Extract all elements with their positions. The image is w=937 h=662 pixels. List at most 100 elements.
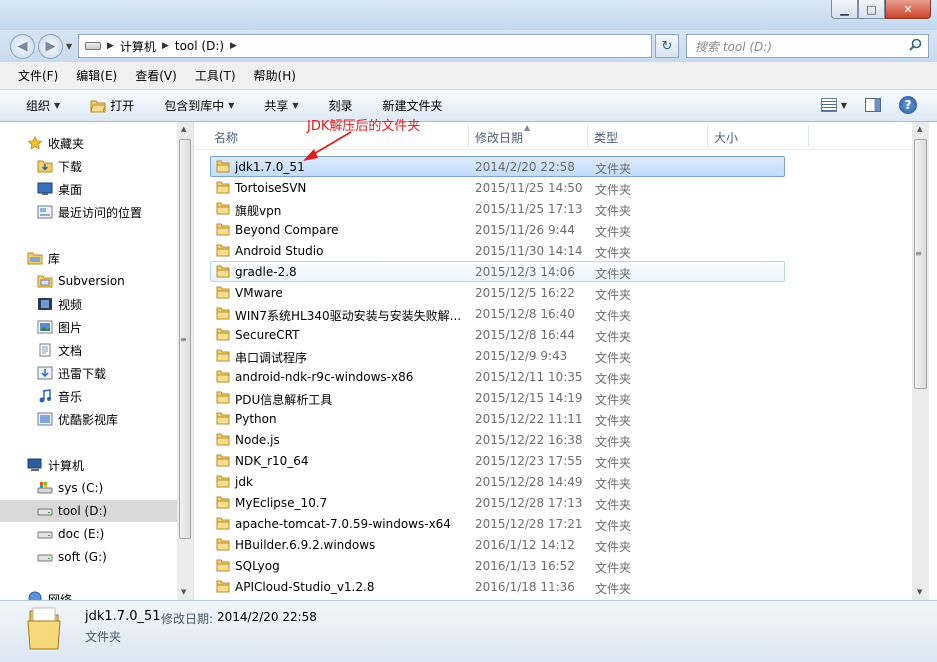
table-row[interactable]: 串口调试程序 2015/12/9 9:43 文件夹 <box>210 345 785 366</box>
table-row[interactable]: SecureCRT 2015/12/8 16:44 文件夹 <box>210 324 785 345</box>
menu-file[interactable]: 文件(F) <box>18 67 58 84</box>
menu-edit[interactable]: 编辑(E) <box>76 67 117 84</box>
table-row[interactable]: VMware 2015/12/5 16:22 文件夹 <box>210 282 785 303</box>
column-date[interactable]: 修改日期 <box>475 129 523 146</box>
documents-icon <box>39 343 51 357</box>
search-input[interactable]: 搜索 tool (D:) <box>686 34 929 58</box>
column-size[interactable]: 大小 <box>714 129 738 146</box>
folder-icon <box>216 517 230 530</box>
open-button[interactable]: 打开 <box>90 97 134 114</box>
nav-desktop[interactable]: 桌面 <box>0 178 177 200</box>
new-folder-button[interactable]: 新建文件夹 <box>383 97 443 114</box>
scroll-up-icon[interactable]: ▲ <box>181 125 186 133</box>
nav-downloads[interactable]: 下载 <box>0 155 177 177</box>
burn-button[interactable]: 刻录 <box>329 97 353 114</box>
table-row[interactable]: PDU信息解析工具 2015/12/15 14:19 文件夹 <box>210 387 785 408</box>
organize-button[interactable]: 组织 ▼ <box>26 97 60 114</box>
nav-drive-e[interactable]: doc (E:) <box>0 523 177 545</box>
table-row[interactable]: MyEclipse_10.7 2015/12/28 17:13 文件夹 <box>210 492 785 513</box>
nav-network[interactable]: 网络 <box>0 591 177 600</box>
file-name: Beyond Compare <box>235 223 339 237</box>
file-list-scrollbar[interactable]: ▲ ≡ ▼ <box>912 122 929 600</box>
search-placeholder: 搜索 tool (D:) <box>695 39 772 54</box>
column-name[interactable]: 名称 <box>214 129 238 146</box>
nav-libraries[interactable]: 库 <box>0 247 177 269</box>
column-type[interactable]: 类型 <box>594 129 618 146</box>
maximize-button[interactable]: □ <box>858 0 885 19</box>
nav-xunlei[interactable]: 迅雷下载 <box>0 362 177 384</box>
table-row[interactable]: jdk1.7.0_51 2014/2/20 22:58 文件夹 <box>210 156 785 177</box>
close-button[interactable]: ✕ <box>885 0 931 19</box>
help-icon[interactable]: ? <box>899 96 917 114</box>
table-row[interactable]: APICloud-Studio_v1.2.8 2016/1/18 11:36 文件夹 <box>210 576 785 597</box>
table-row[interactable]: SQLyog 2016/1/13 16:52 文件夹 <box>210 555 785 576</box>
back-button[interactable]: ◀ <box>10 34 35 59</box>
breadcrumb-separator[interactable]: ▶ <box>162 41 169 51</box>
column-divider[interactable] <box>587 125 588 147</box>
file-name: PDU信息解析工具 <box>235 393 333 407</box>
folder-icon <box>216 559 230 572</box>
folder-icon <box>216 286 230 299</box>
nav-documents[interactable]: 文档 <box>0 339 177 361</box>
include-library-button[interactable]: 包含到库中 ▼ <box>164 97 234 114</box>
file-name: APICloud-Studio_v1.2.8 <box>235 580 375 594</box>
share-button[interactable]: 共享 ▼ <box>264 97 298 114</box>
file-name: Node.js <box>235 433 280 447</box>
table-row[interactable]: 旗舰vpn 2015/11/25 17:13 文件夹 <box>210 198 785 219</box>
forward-button[interactable]: ▶ <box>38 34 63 59</box>
column-divider[interactable] <box>468 125 469 147</box>
recent-pages-dropdown[interactable]: ▼ <box>66 42 72 51</box>
nav-videos[interactable]: 视频 <box>0 293 177 315</box>
column-divider[interactable] <box>808 125 809 147</box>
menu-view[interactable]: 查看(V) <box>135 67 177 84</box>
table-row[interactable]: Android Studio 2015/11/30 14:14 文件夹 <box>210 240 785 261</box>
table-row[interactable]: apache-tomcat-7.0.59-windows-x64 2015/12/… <box>210 513 785 534</box>
menu-tools[interactable]: 工具(T) <box>195 67 236 84</box>
nav-drive-c[interactable]: sys (C:) <box>0 477 177 499</box>
details-file-name: jdk1.7.0_51 <box>85 609 161 624</box>
scroll-down-icon[interactable]: ▼ <box>181 588 186 596</box>
table-row[interactable]: Beyond Compare 2015/11/26 9:44 文件夹 <box>210 219 785 240</box>
file-type: 文件夹 <box>595 372 632 386</box>
table-row[interactable]: NDK_r10_64 2015/12/23 17:55 文件夹 <box>210 450 785 471</box>
scroll-down-icon[interactable]: ▼ <box>917 588 922 596</box>
column-divider[interactable] <box>707 125 708 147</box>
breadcrumb-computer[interactable]: 计算机 <box>120 38 156 55</box>
nav-drive-d[interactable]: tool (D:) <box>0 500 177 522</box>
open-folder-icon <box>90 100 106 112</box>
breadcrumb-separator[interactable]: ▶ <box>230 41 237 51</box>
nav-favorites[interactable]: 收藏夹 <box>0 132 177 154</box>
table-row[interactable]: jdk 2015/12/28 14:49 文件夹 <box>210 471 785 492</box>
folder-icon <box>216 328 230 341</box>
table-row[interactable]: Node.js 2015/12/22 16:38 文件夹 <box>210 429 785 450</box>
nav-scrollbar[interactable]: ▲ ≡ ▼ <box>177 122 193 600</box>
table-row[interactable]: gradle-2.8 2015/12/3 14:06 文件夹 <box>210 261 785 282</box>
nav-subversion[interactable]: Subversion <box>0 270 177 292</box>
table-row[interactable]: HBuilder.6.9.2.windows 2016/1/12 14:12 文件夹 <box>210 534 785 555</box>
scroll-up-icon[interactable]: ▲ <box>917 125 922 133</box>
scroll-grip-icon: ≡ <box>915 249 922 258</box>
change-view-button[interactable]: ▼ <box>820 98 847 112</box>
file-name: SQLyog <box>235 559 280 573</box>
folder-icon <box>216 307 230 320</box>
nav-computer[interactable]: 计算机 <box>0 454 177 476</box>
file-list-scrollbar-thumb[interactable] <box>914 139 927 389</box>
address-bar[interactable]: ▶ 计算机 ▶ tool (D:) ▶ <box>78 34 652 58</box>
nav-pictures[interactable]: 图片 <box>0 316 177 338</box>
nav-recent-places[interactable]: 最近访问的位置 <box>0 201 177 223</box>
file-type: 文件夹 <box>595 477 632 491</box>
nav-youku[interactable]: 优酷影视库 <box>0 408 177 430</box>
table-row[interactable]: android-ndk-r9c-windows-x86 2015/12/11 10… <box>210 366 785 387</box>
nav-music[interactable]: 音乐 <box>0 385 177 407</box>
refresh-button[interactable]: ↻ <box>655 34 679 58</box>
preview-pane-icon[interactable] <box>865 98 881 112</box>
breadcrumb-separator[interactable]: ▶ <box>107 41 114 51</box>
breadcrumb-tool-drive[interactable]: tool (D:) <box>175 39 224 53</box>
search-icon[interactable] <box>909 38 922 55</box>
nav-drive-g[interactable]: soft (G:) <box>0 546 177 568</box>
table-row[interactable]: TortoiseSVN 2015/11/25 14:50 文件夹 <box>210 177 785 198</box>
minimize-button[interactable]: ▁ <box>831 0 858 19</box>
table-row[interactable]: WIN7系统HL340驱动安装与安装失败解... 2015/12/8 16:40 文… <box>210 303 785 324</box>
menu-help[interactable]: 帮助(H) <box>254 67 296 84</box>
table-row[interactable]: Python 2015/12/22 11:11 文件夹 <box>210 408 785 429</box>
